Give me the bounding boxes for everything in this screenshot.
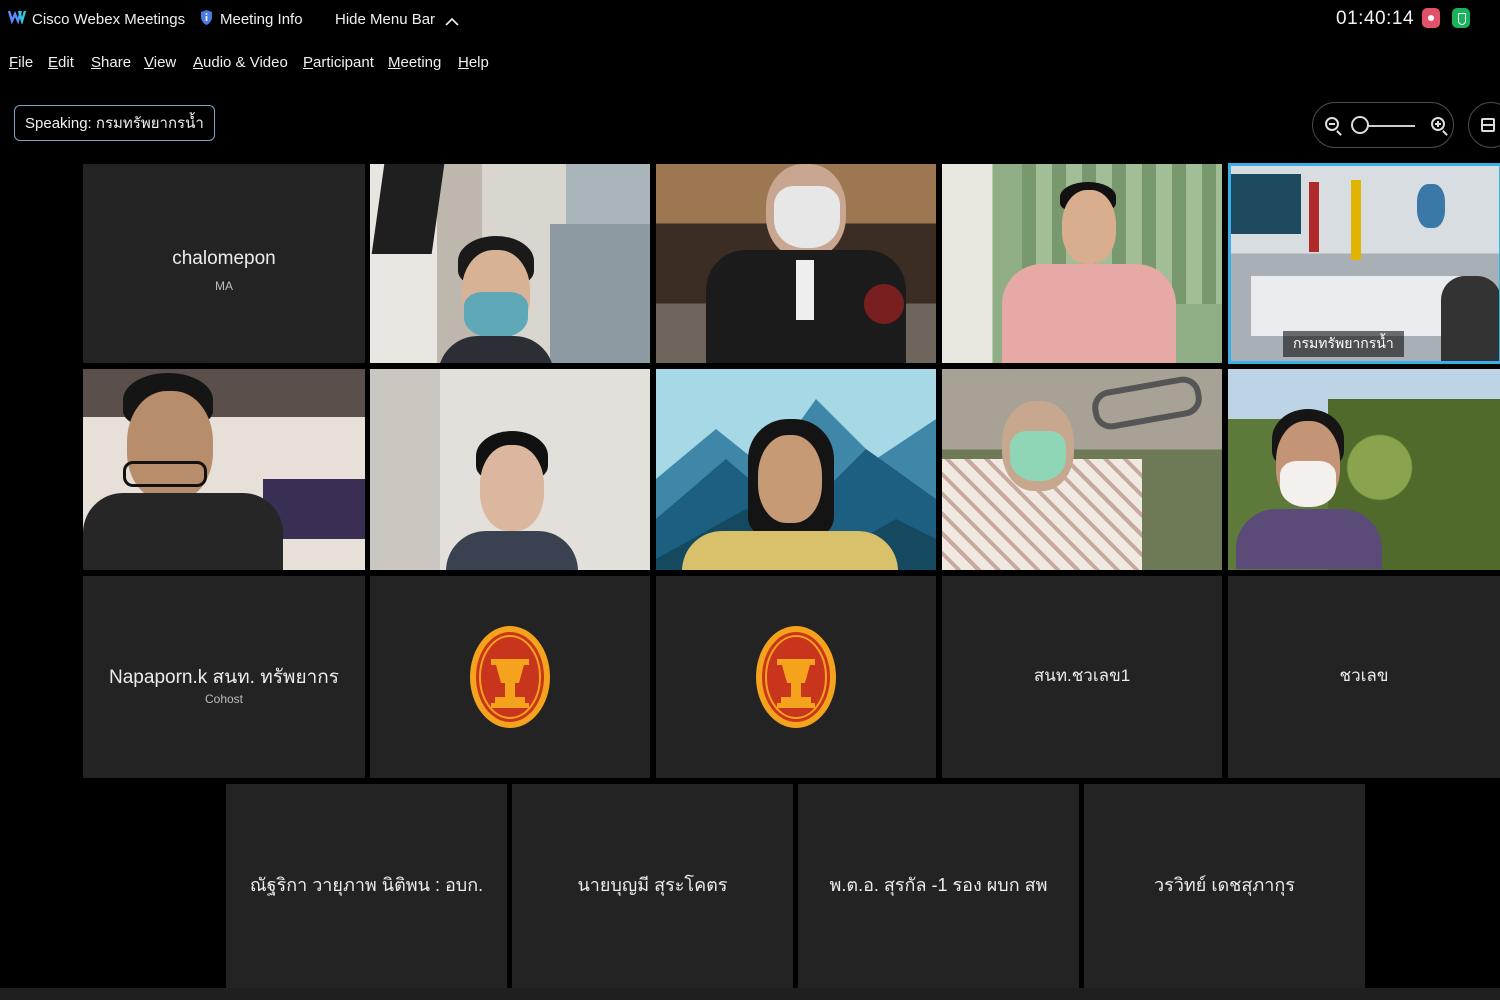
- video-tile-boonmee[interactable]: นายบุญมี สุระโคตร: [512, 784, 793, 988]
- video-tile-natthika[interactable]: ณัฐริกา วายุภาพ นิติพน : อบก.: [226, 784, 507, 988]
- video-tile-participant-7[interactable]: [370, 369, 650, 570]
- menu-meeting[interactable]: Meeting: [388, 54, 441, 71]
- meeting-info-shield-icon: [201, 10, 212, 25]
- participant-video: [370, 369, 650, 570]
- video-tile-participant-8[interactable]: [656, 369, 936, 570]
- zoom-slider-handle[interactable]: [1351, 116, 1369, 134]
- participant-video: [1228, 369, 1500, 570]
- participant-name: ณัฐริกา วายุภาพ นิติพน : อบก.: [249, 875, 484, 895]
- participant-name: chalomepon: [172, 248, 276, 269]
- layout-grid-icon: [1481, 118, 1495, 132]
- menu-help[interactable]: Help: [458, 54, 489, 71]
- video-tile-participant-4[interactable]: [942, 164, 1222, 363]
- menu-file[interactable]: File: [9, 54, 33, 71]
- video-tile-active-speaker[interactable]: กรมทรัพยากรน้ำ: [1228, 163, 1500, 364]
- video-tile-parliament-emblem-2[interactable]: [656, 576, 936, 778]
- zoom-in-icon[interactable]: [1431, 117, 1445, 131]
- app-title: Cisco Webex Meetings: [32, 11, 186, 28]
- participant-video: [942, 164, 1222, 363]
- video-tile-chalomepon[interactable]: chalomepon MA: [83, 164, 365, 363]
- video-tile-napaporn[interactable]: Napaporn.k สนท. ทรัพยากร Cohost: [83, 576, 365, 778]
- speaking-indicator: Speaking: กรมทรัพยากรน้ำ: [14, 105, 215, 141]
- participant-name: Napaporn.k สนท. ทรัพยากร: [109, 667, 339, 688]
- zoom-slider-track[interactable]: [1361, 125, 1415, 127]
- participant-name: นายบุญมี สุระโคตร: [577, 875, 728, 895]
- menu-participant[interactable]: Participant: [303, 54, 374, 71]
- participant-role: MA: [215, 279, 233, 293]
- webex-logo-icon: [8, 10, 26, 24]
- participant-video: [370, 164, 650, 363]
- participant-name: สนท.ชวเลข1: [1033, 666, 1131, 685]
- participant-video: [942, 369, 1222, 570]
- video-tile-participant-9[interactable]: [942, 369, 1222, 570]
- menu-bar: File Edit Share View Audio & Video Parti…: [0, 48, 1500, 78]
- meeting-info-button[interactable]: Meeting Info: [220, 11, 303, 28]
- meeting-timer: 01:40:14: [1336, 8, 1414, 29]
- participant-name: ชวเลข: [1339, 666, 1389, 685]
- hide-menu-bar-label: Hide Menu Bar: [335, 11, 436, 28]
- bottom-control-bar: [0, 988, 1500, 1000]
- hide-menu-bar-button[interactable]: Hide Menu Bar: [335, 11, 459, 28]
- menu-audio-video[interactable]: Audio & Video: [193, 54, 288, 71]
- video-tile-participant-6[interactable]: [83, 369, 365, 570]
- participant-video: [83, 369, 365, 570]
- video-tile-parliament-emblem-1[interactable]: [370, 576, 650, 778]
- menu-view[interactable]: View: [144, 54, 176, 71]
- layout-button[interactable]: [1468, 102, 1500, 148]
- participant-name: วรวิทย์ เดชสุภากุร: [1154, 875, 1295, 895]
- parliament-emblem-avatar: [756, 626, 836, 728]
- video-tile-surakal[interactable]: พ.ต.อ. สุรกัล -1 รอง ผบก สพ: [798, 784, 1079, 988]
- chevron-up-icon: [445, 14, 459, 31]
- security-shield-icon[interactable]: [1452, 8, 1470, 28]
- zoom-out-icon[interactable]: [1325, 117, 1339, 131]
- video-tile-participant-3[interactable]: [656, 164, 936, 363]
- parliament-emblem-avatar: [470, 626, 550, 728]
- video-tile-shorthand-1[interactable]: สนท.ชวเลข1: [942, 576, 1222, 778]
- video-tile-worawit[interactable]: วรวิทย์ เดชสุภากุร: [1084, 784, 1365, 988]
- participant-role: Cohost: [204, 692, 244, 706]
- video-tile-shorthand[interactable]: ชวเลข: [1228, 576, 1500, 778]
- zoom-control: [1312, 102, 1454, 148]
- video-tile-participant-2[interactable]: [370, 164, 650, 363]
- video-tile-participant-10[interactable]: [1228, 369, 1500, 570]
- participant-name: พ.ต.อ. สุรกัล -1 รอง ผบก สพ: [829, 875, 1048, 895]
- active-speaker-caption: กรมทรัพยากรน้ำ: [1283, 331, 1404, 357]
- menu-share[interactable]: Share: [91, 54, 131, 71]
- participant-video: [656, 164, 936, 363]
- recording-icon[interactable]: [1422, 8, 1440, 28]
- title-bar: Cisco Webex Meetings Meeting Info Hide M…: [0, 0, 1500, 40]
- menu-edit[interactable]: Edit: [48, 54, 74, 71]
